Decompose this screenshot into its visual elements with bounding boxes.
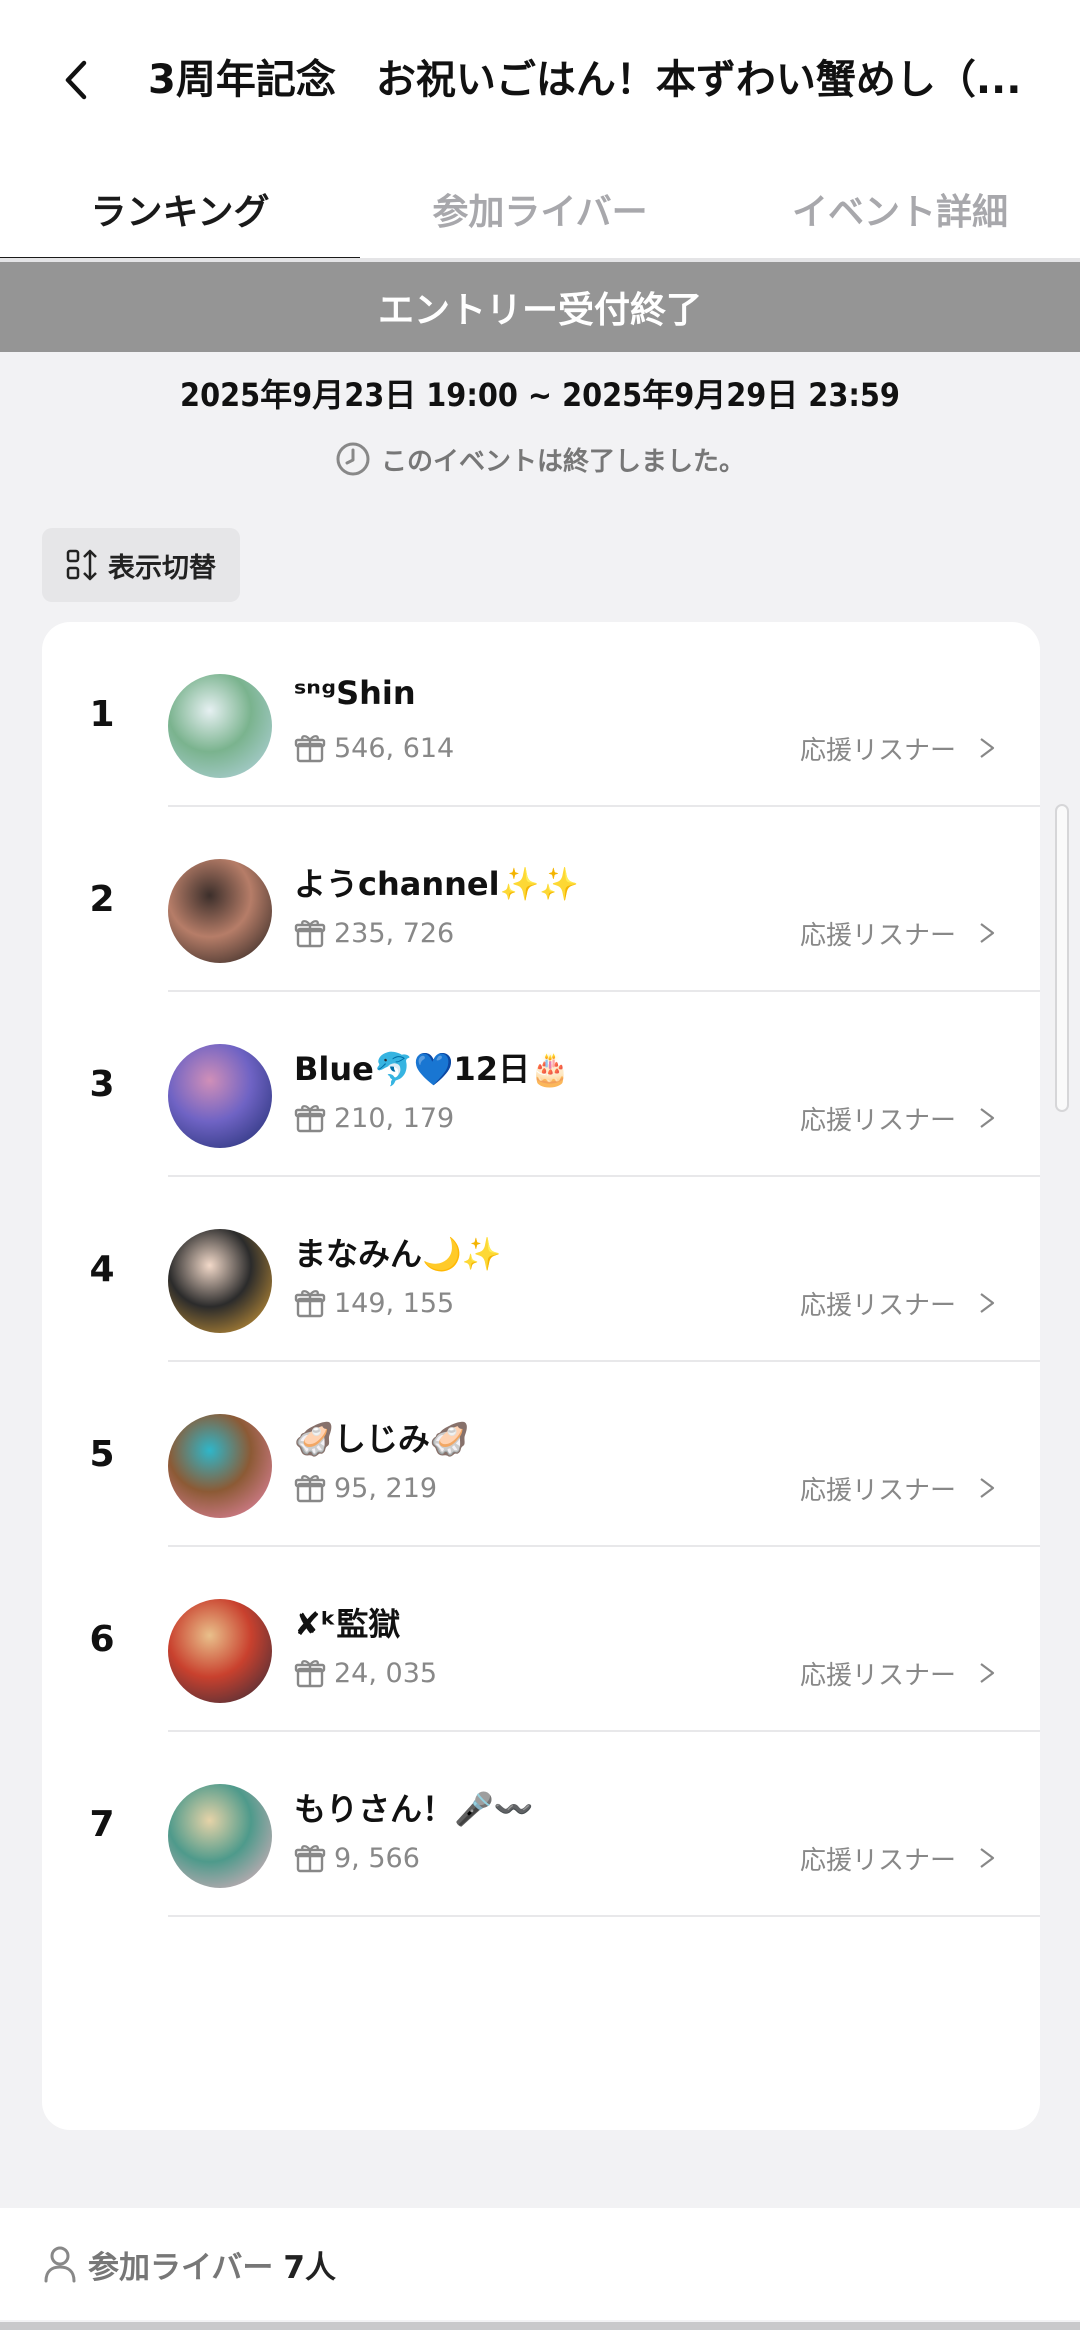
support-listeners-link[interactable]: 応援リスナー: [800, 1468, 996, 1508]
support-listeners-link[interactable]: 応援リスナー: [800, 728, 996, 768]
gift-points: 95, 219: [294, 1468, 437, 1508]
chevron-right-icon: [980, 738, 995, 758]
chevron-right-icon: [980, 923, 995, 943]
row-divider: [168, 1915, 1040, 1917]
support-listeners-link[interactable]: 応援リスナー: [800, 1838, 996, 1878]
gift-points-value: 235, 726: [334, 917, 455, 949]
ranking-row[interactable]: 7 もりさん！🎤〰️ 9, 566 応援リスナー: [42, 1732, 1040, 1917]
gift-points-value: 95, 219: [334, 1472, 438, 1504]
gift-points-value: 24, 035: [334, 1657, 438, 1689]
gift-points: 149, 155: [294, 1283, 454, 1323]
ranking-row[interactable]: 6 ✘ᵏ監獄 24, 035 応援リスナー: [42, 1547, 1040, 1732]
chevron-right-icon: [980, 1478, 995, 1498]
event-ended-text: このイベントは終了しました。: [380, 446, 745, 477]
person-icon: [44, 2246, 76, 2283]
gift-points: 210, 179: [294, 1098, 454, 1138]
scrollbar[interactable]: [1055, 804, 1069, 1112]
support-listeners-label: 応援リスナー: [799, 1475, 956, 1506]
avatar[interactable]: [168, 1784, 272, 1888]
gift-points: 9, 566: [294, 1838, 420, 1878]
liver-name[interactable]: もりさん！🎤〰️: [294, 1784, 894, 1830]
avatar[interactable]: [168, 674, 272, 778]
support-listeners-link[interactable]: 応援リスナー: [800, 913, 996, 953]
gift-icon: [294, 1290, 326, 1318]
support-listeners-label: 応援リスナー: [799, 735, 956, 766]
rank-number: 6: [89, 1619, 115, 1660]
gift-icon: [294, 1660, 326, 1688]
avatar[interactable]: [168, 1229, 272, 1333]
support-listeners-label: 応援リスナー: [799, 1845, 956, 1876]
rank-number: 3: [89, 1064, 115, 1105]
page-title: 3周年記念 お祝いごはん！本ずわい蟹めし（...: [148, 57, 1022, 103]
avatar[interactable]: [168, 859, 272, 963]
participants-footer[interactable]: 参加ライバー 7人: [0, 2208, 1080, 2320]
ranking-row[interactable]: 5 🦪しじみ🦪 95, 219 応援リスナー: [42, 1362, 1040, 1547]
support-listeners-label: 応援リスナー: [799, 1660, 956, 1691]
gift-icon: [294, 1105, 326, 1133]
clock-icon: [336, 442, 370, 476]
chevron-right-icon: [980, 1663, 995, 1683]
gift-points: 24, 035: [294, 1653, 437, 1693]
rank-number: 5: [89, 1434, 115, 1475]
ranking-row[interactable]: 1 ˢⁿᵍShin 546, 614 応援リスナー: [42, 622, 1040, 807]
gift-icon: [294, 920, 326, 948]
rank-number: 7: [89, 1804, 115, 1845]
liver-name[interactable]: 🦪しじみ🦪: [294, 1414, 894, 1460]
app-header: 3周年記念 お祝いごはん！本ずわい蟹めし（...: [0, 0, 1080, 156]
support-listeners-label: 応援リスナー: [799, 1290, 956, 1321]
ranking-row[interactable]: 3 Blue🐬💙12日🎂 210, 179 応援リスナー: [42, 992, 1040, 1177]
event-page: 3周年記念 お祝いごはん！本ずわい蟹めし（... ランキング 参加ライバー イベ…: [0, 0, 1080, 2330]
avatar[interactable]: [168, 1599, 272, 1703]
entry-closed-banner: エントリー受付終了: [0, 262, 1080, 352]
support-listeners-link[interactable]: 応援リスナー: [800, 1098, 996, 1138]
rank-number: 1: [89, 694, 115, 735]
chevron-right-icon: [980, 1848, 995, 1868]
chevron-right-icon: [980, 1293, 995, 1313]
gift-points: 235, 726: [294, 913, 454, 953]
gift-points-value: 546, 614: [334, 732, 455, 764]
ranking-row[interactable]: 2 ようchannel✨✨ 235, 726 応援リスナー: [42, 807, 1040, 992]
gift-points: 546, 614: [294, 728, 454, 768]
avatar[interactable]: [168, 1044, 272, 1148]
chevron-left-icon: [65, 60, 87, 100]
chevron-right-icon: [980, 1108, 995, 1128]
event-period: 2025年9月23日 19:00 ~ 2025年9月29日 23:59: [180, 376, 900, 414]
liver-name[interactable]: まなみん🌙✨: [294, 1229, 894, 1275]
tab-bar: ランキング 参加ライバー イベント詳細: [0, 156, 1080, 262]
back-button[interactable]: [50, 50, 100, 110]
support-listeners-label: 応援リスナー: [799, 920, 956, 951]
liver-name[interactable]: ようchannel✨✨: [294, 859, 894, 905]
tab-event-details[interactable]: イベント詳細: [720, 156, 1080, 262]
bottom-edge: [0, 2322, 1080, 2330]
rank-number: 4: [89, 1249, 115, 1290]
liver-name[interactable]: ˢⁿᵍShin: [294, 674, 894, 720]
participants-count: 7人: [283, 2249, 336, 2286]
gift-points-value: 149, 155: [334, 1287, 455, 1319]
sort-toggle-icon: [66, 549, 97, 581]
ranking-card: 1 ˢⁿᵍShin 546, 614 応援リスナー 2 ようchannel✨✨: [42, 622, 1040, 2130]
ranking-row[interactable]: 4 まなみん🌙✨ 149, 155 応援リスナー: [42, 1177, 1040, 1362]
avatar[interactable]: [168, 1414, 272, 1518]
support-listeners-link[interactable]: 応援リスナー: [800, 1653, 996, 1693]
rank-number: 2: [89, 879, 115, 920]
display-toggle-button[interactable]: 表示切替: [42, 528, 240, 602]
display-toggle-label: 表示切替: [108, 552, 216, 584]
event-ended-notice: このイベントは終了しました。: [0, 436, 1080, 482]
liver-name[interactable]: ✘ᵏ監獄: [294, 1599, 894, 1645]
liver-name[interactable]: Blue🐬💙12日🎂: [294, 1044, 894, 1090]
support-listeners-label: 応援リスナー: [799, 1105, 956, 1136]
tab-participating-livers[interactable]: 参加ライバー: [360, 156, 720, 262]
tab-ranking[interactable]: ランキング: [0, 156, 360, 262]
gift-points-value: 9, 566: [334, 1842, 420, 1874]
ranking-list: 1 ˢⁿᵍShin 546, 614 応援リスナー 2 ようchannel✨✨: [42, 622, 1040, 1917]
gift-icon: [294, 1845, 326, 1873]
gift-icon: [294, 1475, 326, 1503]
gift-icon: [294, 735, 326, 763]
support-listeners-link[interactable]: 応援リスナー: [800, 1283, 996, 1323]
participants-label: 参加ライバー: [88, 2249, 274, 2286]
gift-points-value: 210, 179: [334, 1102, 455, 1134]
